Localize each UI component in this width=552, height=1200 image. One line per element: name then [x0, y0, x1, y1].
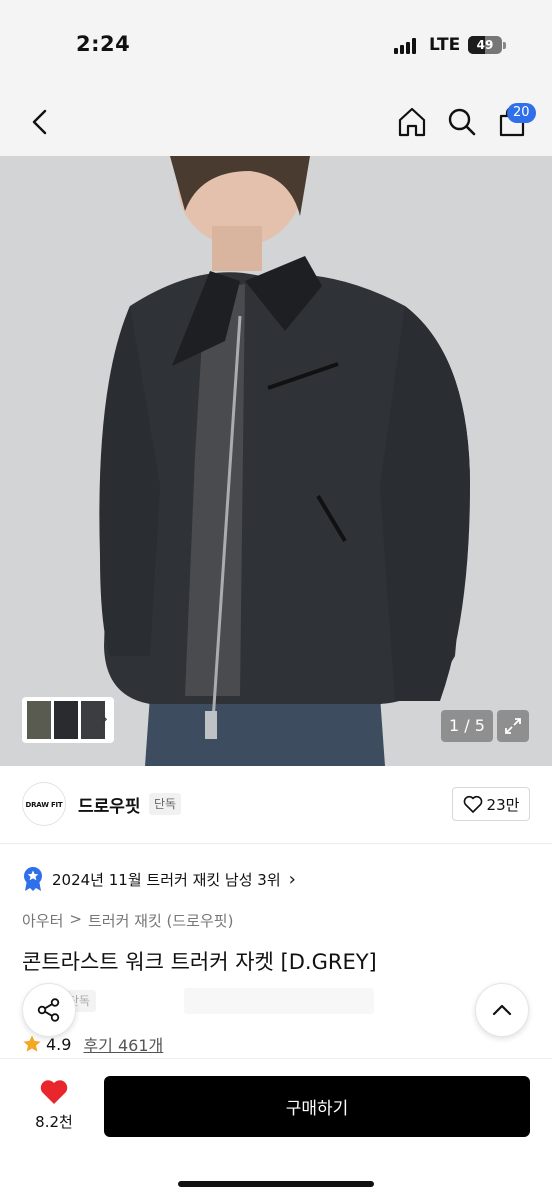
thumbnail-image[interactable]	[27, 701, 51, 739]
status-time: 2:24	[76, 32, 131, 56]
chevron-right-icon: ›	[101, 709, 108, 728]
product-like-count: 8.2천	[35, 1113, 73, 1131]
search-icon	[448, 108, 476, 136]
exclusive-badge: 단독	[149, 793, 182, 815]
buy-button[interactable]: 구매하기	[104, 1076, 530, 1137]
thumbnail-strip[interactable]: ›	[22, 697, 114, 743]
home-button[interactable]	[392, 100, 432, 144]
chevron-up-icon	[492, 1004, 512, 1016]
brand-name[interactable]: 드로우핏	[78, 792, 141, 817]
review-link[interactable]: 후기 461개	[83, 1032, 163, 1056]
heart-filled-icon	[40, 1080, 68, 1104]
ranking-text: 2024년 11월 트러커 재킷 남성 3위	[52, 870, 281, 889]
signal-icon	[394, 38, 420, 54]
breadcrumb-item-trucker-jacket[interactable]: 트러커 재킷 (드로우핏)	[88, 910, 233, 931]
home-indicator	[178, 1181, 374, 1187]
cart-count-badge: 20	[507, 103, 536, 123]
status-bar: 2:24 LTE 49	[0, 0, 552, 88]
top-navigation	[0, 88, 552, 156]
battery-level: 49	[476, 38, 494, 52]
expand-button[interactable]	[497, 710, 529, 742]
scroll-to-top-button[interactable]	[475, 983, 529, 1037]
heart-outline-icon	[463, 795, 482, 813]
brand-row: DRAW FIT 드로우핏 단독 23만	[0, 766, 552, 844]
chevron-left-icon	[32, 109, 47, 135]
rating-value: 4.9	[46, 1034, 72, 1054]
expand-icon	[505, 718, 521, 734]
search-button[interactable]	[442, 100, 482, 144]
faded-banner	[184, 988, 375, 1014]
brand-logo[interactable]: DRAW FIT	[22, 782, 66, 826]
star-icon	[23, 1035, 41, 1052]
battery-tip	[503, 42, 506, 49]
image-page-counter: 1 / 5	[441, 710, 493, 742]
share-button[interactable]	[22, 983, 76, 1037]
ranking-link[interactable]: 2024년 11월 트러커 재킷 남성 3위 ›	[22, 862, 296, 896]
brand-like-button[interactable]: 23만	[452, 787, 530, 821]
product-like-button[interactable]: 8.2천	[22, 1078, 86, 1132]
medal-icon	[24, 867, 42, 891]
brand-like-count: 23만	[486, 795, 520, 814]
breadcrumb-item-outerwear[interactable]: 아우터	[22, 910, 63, 931]
battery-icon: 49	[468, 36, 502, 54]
home-icon	[398, 107, 426, 137]
share-icon	[37, 998, 60, 1022]
breadcrumb: 아우터 > 트러커 재킷 (드로우핏)	[22, 910, 233, 931]
product-image[interactable]	[0, 156, 552, 766]
product-title: 콘트라스트 워크 트러커 자켓 [D.GREY]	[22, 950, 377, 974]
breadcrumb-separator: >	[69, 910, 82, 928]
product-photo	[0, 156, 552, 766]
thumbnail-image[interactable]	[54, 701, 78, 739]
chevron-right-icon: ›	[288, 868, 296, 890]
network-type: LTE	[429, 35, 461, 55]
back-button[interactable]	[22, 100, 58, 144]
